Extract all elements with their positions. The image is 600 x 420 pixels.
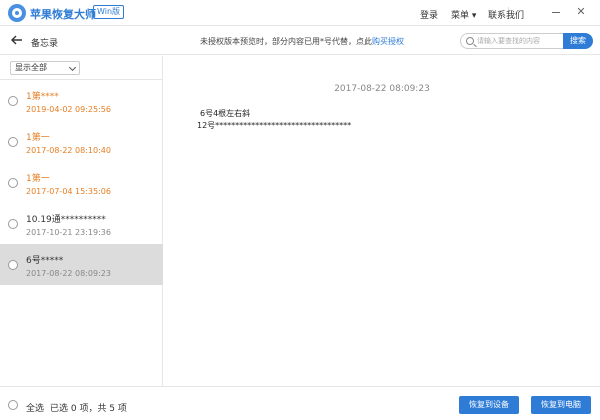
list-item[interactable]: 10.19通********** 2017-10-21 23:19:36 bbox=[0, 203, 163, 244]
license-notice: 未授权版本预览时，部分内容已用*号代替，点此购买授权 bbox=[200, 36, 404, 47]
note-content: 2017-08-22 08:09:23 6号4根左右斜 12号*********… bbox=[164, 56, 600, 386]
note-text-line: 6号4根左右斜 bbox=[200, 109, 251, 118]
selection-status: 已选 0 项，共 5 项 bbox=[50, 404, 127, 414]
item-date: 2017-08-22 08:10:40 bbox=[26, 146, 111, 155]
footer-bar: 全选 已选 0 项，共 5 项 恢复到设备 恢复到电脑 bbox=[0, 386, 600, 420]
restore-to-computer-button[interactable]: 恢复到电脑 bbox=[531, 396, 591, 414]
title-bar: 苹果恢复大师 Win版 登录 菜单 ▾ 联系我们 ✕ bbox=[0, 0, 600, 26]
item-title: 1第一 bbox=[26, 174, 50, 184]
item-title: 6号***** bbox=[26, 256, 64, 266]
item-title: 1第**** bbox=[26, 92, 59, 102]
license-notice-text: 未授权版本预览时，部分内容已用*号代替，点此 bbox=[200, 37, 372, 46]
select-all-label[interactable]: 全选 bbox=[26, 401, 44, 414]
notes-list: 1第**** 2019-04-02 09:25:56 1第一 2017-08-2… bbox=[0, 80, 163, 285]
select-all-radio[interactable] bbox=[8, 400, 18, 410]
item-date: 2019-04-02 09:25:56 bbox=[26, 105, 111, 114]
item-radio[interactable] bbox=[8, 96, 18, 106]
page-title: 备忘录 bbox=[31, 39, 59, 49]
restore-to-device-button[interactable]: 恢复到设备 bbox=[459, 396, 519, 414]
search-icon bbox=[466, 37, 474, 45]
back-arrow-icon[interactable] bbox=[10, 33, 24, 47]
chevron-down-icon bbox=[68, 63, 77, 72]
search-input[interactable] bbox=[477, 35, 563, 47]
item-radio[interactable] bbox=[8, 219, 18, 229]
item-radio[interactable] bbox=[8, 137, 18, 147]
filter-select[interactable]: 显示全部 bbox=[10, 61, 80, 75]
item-radio[interactable] bbox=[8, 178, 18, 188]
menu-dropdown[interactable]: 菜单 ▾ bbox=[451, 8, 476, 21]
list-item[interactable]: 1第一 2017-08-22 08:10:40 bbox=[0, 121, 163, 162]
list-item-selected[interactable]: 6号***** 2017-08-22 08:09:23 bbox=[0, 244, 163, 285]
note-text-line: 12号********************************** bbox=[197, 121, 352, 130]
buy-license-link[interactable]: 购买授权 bbox=[372, 37, 404, 46]
contact-us-link[interactable]: 联系我们 bbox=[488, 8, 524, 21]
close-icon[interactable]: ✕ bbox=[573, 4, 589, 20]
version-badge: Win版 bbox=[93, 5, 125, 19]
item-date: 2017-10-21 23:19:36 bbox=[26, 228, 111, 237]
item-title: 1第一 bbox=[26, 133, 50, 143]
item-date: 2017-07-04 15:35:06 bbox=[26, 187, 111, 196]
item-radio[interactable] bbox=[8, 260, 18, 270]
search-button[interactable]: 搜索 bbox=[563, 33, 593, 49]
item-title: 10.19通********** bbox=[26, 215, 106, 225]
list-item[interactable]: 1第**** 2019-04-02 09:25:56 bbox=[0, 80, 163, 121]
app-title: 苹果恢复大师 bbox=[30, 8, 96, 21]
item-date: 2017-08-22 08:09:23 bbox=[26, 269, 111, 278]
notes-sidebar: 显示全部 1第**** 2019-04-02 09:25:56 1第一 2017… bbox=[0, 56, 163, 386]
filter-select-value: 显示全部 bbox=[15, 63, 47, 72]
search-box bbox=[460, 33, 564, 49]
app-logo-icon bbox=[8, 4, 26, 22]
minimize-icon[interactable] bbox=[548, 4, 564, 20]
list-item[interactable]: 1第一 2017-07-04 15:35:06 bbox=[0, 162, 163, 203]
note-date: 2017-08-22 08:09:23 bbox=[334, 84, 430, 94]
header-bar: 备忘录 未授权版本预览时，部分内容已用*号代替，点此购买授权 搜索 bbox=[0, 27, 600, 55]
login-link[interactable]: 登录 bbox=[420, 8, 438, 21]
